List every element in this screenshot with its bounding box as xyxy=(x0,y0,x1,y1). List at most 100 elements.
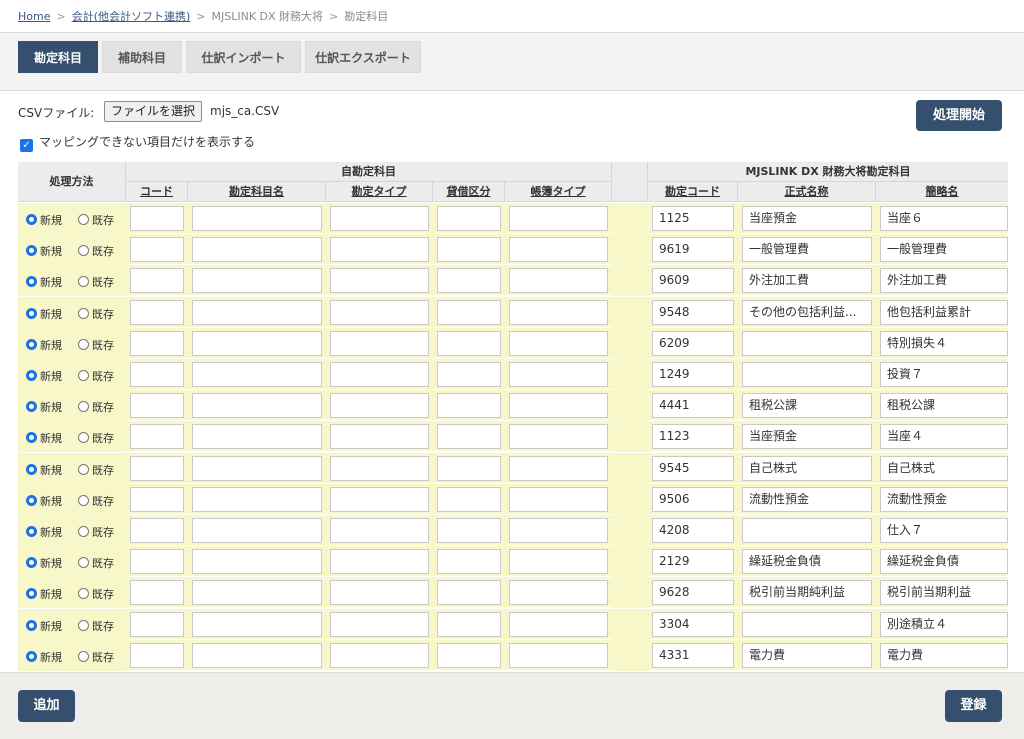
radio-selected-icon[interactable] xyxy=(26,651,37,662)
radio-new[interactable]: 新規 xyxy=(26,649,62,665)
own-code-input[interactable] xyxy=(130,643,184,668)
own-debit-credit-input[interactable] xyxy=(437,393,501,418)
own-name-input[interactable] xyxy=(192,237,322,262)
own-book-type-input[interactable] xyxy=(509,206,608,231)
radio-new[interactable]: 新規 xyxy=(26,399,62,415)
radio-existing[interactable]: 既存 xyxy=(78,493,114,509)
own-type-input[interactable] xyxy=(330,612,429,637)
own-type-input[interactable] xyxy=(330,362,429,387)
radio-unselected-icon[interactable] xyxy=(78,557,89,568)
own-name-input[interactable] xyxy=(192,362,322,387)
mjs-code-field[interactable]: 9548 xyxy=(652,300,734,325)
mjs-code-field[interactable]: 9619 xyxy=(652,237,734,262)
radio-new[interactable]: 新規 xyxy=(26,430,62,446)
filter-checkbox-row[interactable]: ✓ マッピングできない項目だけを表示する xyxy=(20,133,255,152)
own-debit-credit-input[interactable] xyxy=(437,300,501,325)
own-type-input[interactable] xyxy=(330,331,429,356)
radio-selected-icon[interactable] xyxy=(26,432,37,443)
own-debit-credit-header[interactable]: 貸借区分 xyxy=(433,182,505,202)
own-name-input[interactable] xyxy=(192,643,322,668)
breadcrumb-home-link[interactable]: Home xyxy=(18,10,50,23)
radio-existing[interactable]: 既存 xyxy=(78,306,114,322)
radio-unselected-icon[interactable] xyxy=(78,526,89,537)
radio-new[interactable]: 新規 xyxy=(26,462,62,478)
own-code-input[interactable] xyxy=(130,362,184,387)
mjs-code-field[interactable]: 1249 xyxy=(652,362,734,387)
own-type-header[interactable]: 勘定タイプ xyxy=(326,182,433,202)
own-debit-credit-input[interactable] xyxy=(437,331,501,356)
radio-selected-icon[interactable] xyxy=(26,276,37,287)
mjs-formal-name-field[interactable] xyxy=(742,362,872,387)
own-book-type-input[interactable] xyxy=(509,456,608,481)
mjs-short-name-header-text[interactable]: 簡略名 xyxy=(926,185,959,198)
mjs-short-name-field[interactable]: 一般管理費 xyxy=(880,237,1008,262)
radio-existing[interactable]: 既存 xyxy=(78,618,114,634)
own-code-input[interactable] xyxy=(130,518,184,543)
own-name-input[interactable] xyxy=(192,300,322,325)
own-book-type-input[interactable] xyxy=(509,487,608,512)
mjs-short-name-field[interactable]: 外注加工費 xyxy=(880,268,1008,293)
own-book-type-input[interactable] xyxy=(509,331,608,356)
own-debit-credit-input[interactable] xyxy=(437,456,501,481)
radio-existing[interactable]: 既存 xyxy=(78,462,114,478)
own-debit-credit-input[interactable] xyxy=(437,268,501,293)
own-name-input[interactable] xyxy=(192,268,322,293)
own-name-input[interactable] xyxy=(192,424,322,449)
own-type-input[interactable] xyxy=(330,518,429,543)
radio-new[interactable]: 新規 xyxy=(26,306,62,322)
own-book-type-input[interactable] xyxy=(509,362,608,387)
tab-accounts[interactable]: 勘定科目 xyxy=(18,41,98,73)
own-code-input[interactable] xyxy=(130,300,184,325)
own-code-input[interactable] xyxy=(130,549,184,574)
mjs-formal-name-field[interactable]: 自己株式 xyxy=(742,456,872,481)
radio-selected-icon[interactable] xyxy=(26,620,37,631)
own-name-input[interactable] xyxy=(192,612,322,637)
mjs-code-header-text[interactable]: 勘定コード xyxy=(665,185,720,198)
own-name-input[interactable] xyxy=(192,549,322,574)
own-book-type-header-text[interactable]: 帳簿タイプ xyxy=(531,185,586,198)
own-code-input[interactable] xyxy=(130,206,184,231)
own-name-input[interactable] xyxy=(192,331,322,356)
own-debit-credit-input[interactable] xyxy=(437,580,501,605)
radio-unselected-icon[interactable] xyxy=(78,651,89,662)
mjs-short-name-field[interactable]: 投資７ xyxy=(880,362,1008,387)
own-debit-credit-input[interactable] xyxy=(437,643,501,668)
mjs-formal-name-header-text[interactable]: 正式名称 xyxy=(785,185,829,198)
mjs-formal-name-field[interactable]: その他の包括利益... xyxy=(742,300,872,325)
own-book-type-input[interactable] xyxy=(509,268,608,293)
mjs-formal-name-field[interactable]: 一般管理費 xyxy=(742,237,872,262)
own-code-input[interactable] xyxy=(130,612,184,637)
own-name-input[interactable] xyxy=(192,580,322,605)
own-name-input[interactable] xyxy=(192,206,322,231)
radio-existing[interactable]: 既存 xyxy=(78,430,114,446)
own-debit-credit-input[interactable] xyxy=(437,206,501,231)
own-name-input[interactable] xyxy=(192,518,322,543)
radio-existing[interactable]: 既存 xyxy=(78,555,114,571)
mjs-formal-name-field[interactable]: 外注加工費 xyxy=(742,268,872,293)
mjs-code-field[interactable]: 9609 xyxy=(652,268,734,293)
own-type-header-text[interactable]: 勘定タイプ xyxy=(352,185,407,198)
own-type-input[interactable] xyxy=(330,393,429,418)
own-type-input[interactable] xyxy=(330,456,429,481)
mjs-code-field[interactable]: 9506 xyxy=(652,487,734,512)
radio-new[interactable]: 新規 xyxy=(26,337,62,353)
radio-unselected-icon[interactable] xyxy=(78,464,89,475)
own-type-input[interactable] xyxy=(330,549,429,574)
mjs-code-header[interactable]: 勘定コード xyxy=(648,182,738,202)
radio-selected-icon[interactable] xyxy=(26,464,37,475)
radio-unselected-icon[interactable] xyxy=(78,401,89,412)
own-code-input[interactable] xyxy=(130,580,184,605)
own-type-input[interactable] xyxy=(330,424,429,449)
own-code-input[interactable] xyxy=(130,456,184,481)
own-code-header-text[interactable]: コード xyxy=(140,185,173,198)
own-name-input[interactable] xyxy=(192,456,322,481)
radio-unselected-icon[interactable] xyxy=(78,339,89,350)
own-book-type-input[interactable] xyxy=(509,518,608,543)
mjs-formal-name-field[interactable]: 当座預金 xyxy=(742,424,872,449)
radio-selected-icon[interactable] xyxy=(26,214,37,225)
mjs-short-name-field[interactable]: 租税公課 xyxy=(880,393,1008,418)
own-code-input[interactable] xyxy=(130,424,184,449)
own-name-input[interactable] xyxy=(192,393,322,418)
mjs-code-field[interactable]: 3304 xyxy=(652,612,734,637)
mjs-formal-name-field[interactable]: 電力費 xyxy=(742,643,872,668)
